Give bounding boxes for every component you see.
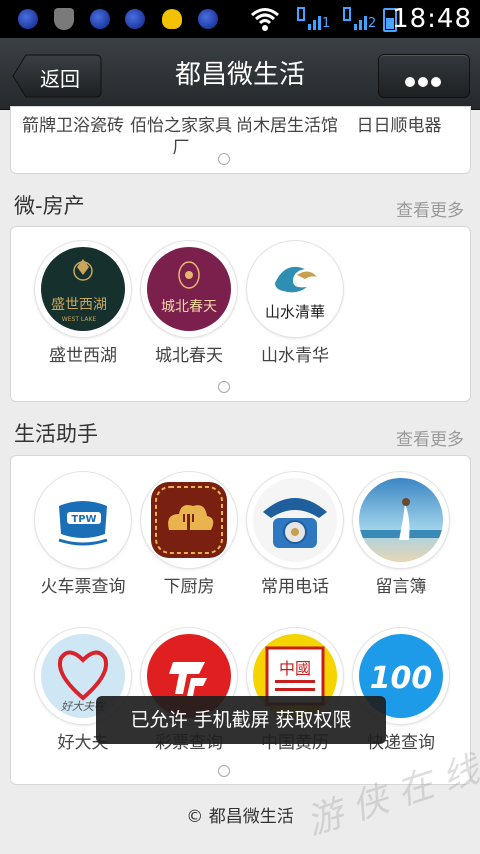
app-item[interactable]: 下厨房 xyxy=(131,472,239,606)
svg-text:WEST LAKE: WEST LAKE xyxy=(62,316,97,323)
svg-text:中國: 中國 xyxy=(279,659,311,678)
page-indicator-dot xyxy=(218,765,230,777)
brand-item[interactable]: 箭牌卫浴瓷砖 xyxy=(19,115,127,137)
app-item[interactable]: 盛世西湖 WEST LAKE 盛世西湖 xyxy=(25,241,133,375)
app-label: 常用电话 xyxy=(261,577,329,597)
qq-icon xyxy=(162,9,182,29)
shield-icon xyxy=(54,8,74,30)
chengbei-chuntian-logo: 城北春天 xyxy=(141,241,237,337)
blue-dot-icon xyxy=(90,9,110,29)
status-bar: 1 2 18:48 xyxy=(0,0,480,38)
svg-text:100: 100 xyxy=(370,661,433,696)
clock: 18:48 xyxy=(392,4,472,34)
shengshi-xihu-logo: 盛世西湖 WEST LAKE xyxy=(35,241,131,337)
app-item[interactable]: TPW 火车票查询 xyxy=(25,472,133,606)
more-button[interactable] xyxy=(378,54,470,98)
app-item[interactable]: 山水清華 山水青华 xyxy=(237,241,345,375)
see-more-link[interactable]: 查看更多 xyxy=(396,196,464,221)
signal-1-label: 1 xyxy=(322,16,331,31)
app-label: 下厨房 xyxy=(163,577,215,597)
toast-message: 已允许 手机截屏 获取权限 xyxy=(96,696,386,744)
brand-item[interactable]: 日日顺电器 xyxy=(345,115,453,137)
brand-item[interactable]: 佰怡之家家具厂 xyxy=(127,115,235,159)
app-label: 火车票查询 xyxy=(40,577,126,597)
app-item[interactable]: 常用电话 xyxy=(237,472,345,606)
wifi-icon xyxy=(251,8,279,31)
page-indicator-dot xyxy=(218,381,230,393)
blue-dot-icon xyxy=(18,9,38,29)
title-bar: 返回 都昌微生活 xyxy=(0,38,480,110)
guestbook-icon xyxy=(353,472,449,568)
svg-text:城北春天: 城北春天 xyxy=(161,299,217,315)
app-label: 留言簿 xyxy=(375,577,427,597)
brands-card: 箭牌卫浴瓷砖 佰怡之家家具厂 尚木居生活馆 日日顺电器 xyxy=(10,106,471,174)
svg-text:山水清華: 山水清華 xyxy=(265,303,325,321)
telephone-icon xyxy=(247,472,343,568)
app-item[interactable]: 城北春天 城北春天 xyxy=(131,241,239,375)
see-more-link[interactable]: 查看更多 xyxy=(396,425,464,450)
cooking-icon xyxy=(141,472,237,568)
blue-dot-icon xyxy=(198,9,218,29)
train-ticket-icon: TPW xyxy=(35,472,131,568)
svg-text:TPW: TPW xyxy=(71,514,96,525)
section-title: 生活助手 xyxy=(14,422,98,446)
brand-item[interactable]: 尚木居生活馆 xyxy=(233,115,341,137)
svg-text:盛世西湖: 盛世西湖 xyxy=(51,297,107,313)
blue-dot-icon xyxy=(125,9,145,29)
section-title: 微-房产 xyxy=(14,194,85,218)
app-label: 山水青华 xyxy=(261,346,329,366)
more-dots-icon xyxy=(405,72,444,91)
shanshui-qinghua-logo: 山水清華 xyxy=(247,241,343,337)
page-indicator-dot xyxy=(218,153,230,165)
signal-2-label: 2 xyxy=(368,16,377,31)
real-estate-card: 盛世西湖 WEST LAKE 盛世西湖 城北春天 城北春天 山水清華 山水青华 xyxy=(10,226,471,402)
app-label: 盛世西湖 xyxy=(49,346,117,366)
app-item[interactable]: 留言簿 xyxy=(343,472,451,606)
app-label: 城北春天 xyxy=(155,346,223,366)
